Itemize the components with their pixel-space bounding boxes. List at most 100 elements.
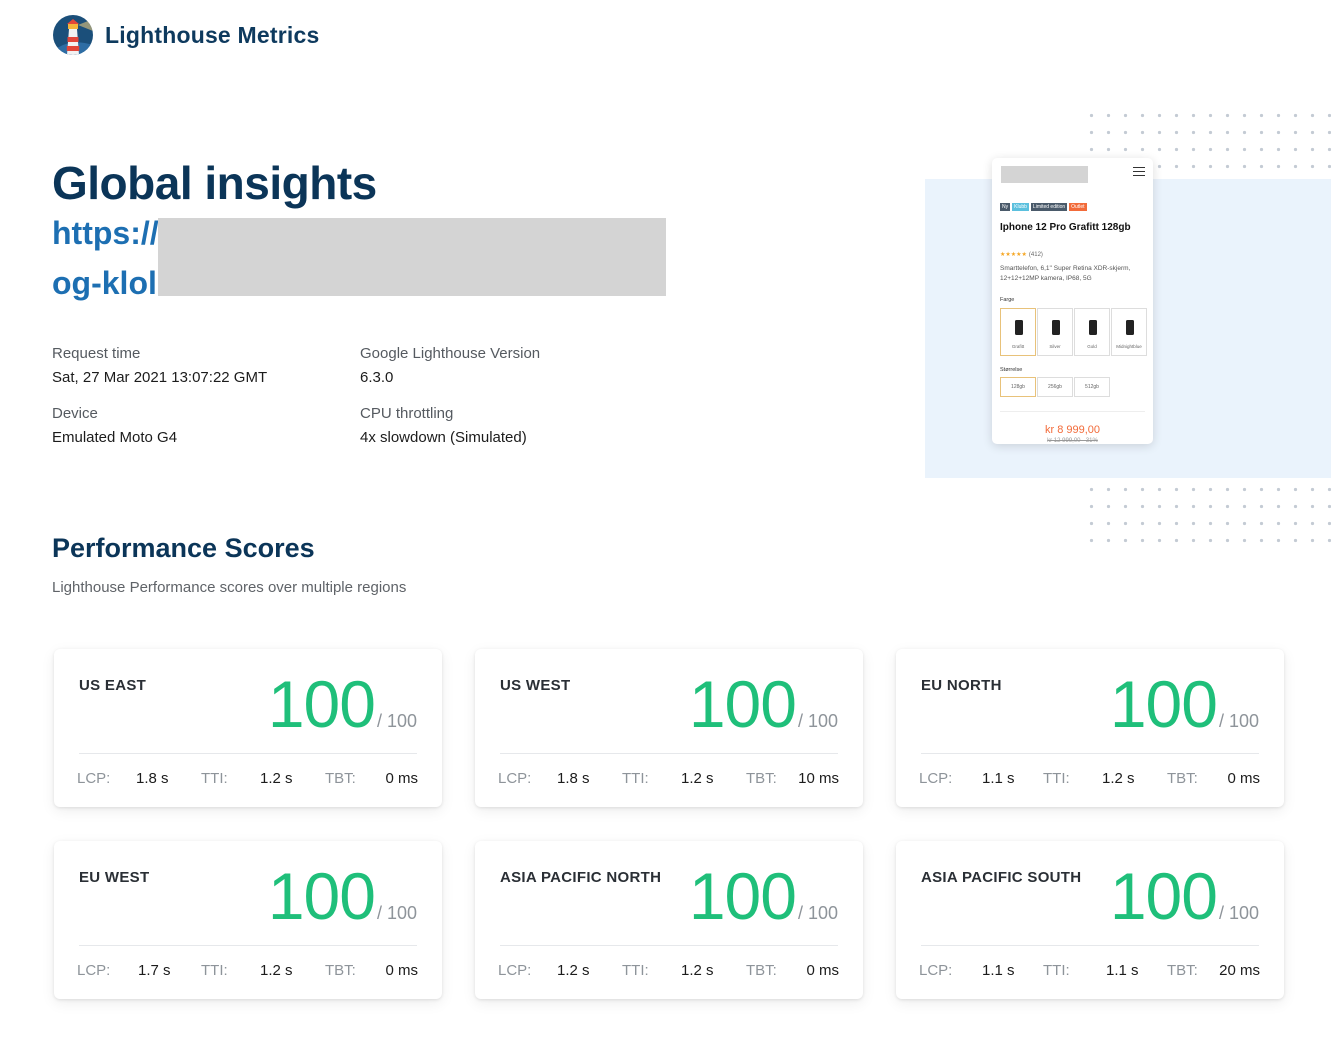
score: 100/ 100 (1110, 863, 1259, 929)
meta-value: 4x slowdown (Simulated) (360, 429, 527, 446)
metric-tti: TTI: (201, 770, 228, 787)
meta-device: Device Emulated Moto G4 (52, 405, 177, 446)
meta-cpu-throttling: CPU throttling 4x slowdown (Simulated) (360, 405, 527, 446)
meta-label: Device (52, 405, 98, 422)
page-title: Global insights (52, 157, 377, 209)
metric-value: 1.8 s (557, 770, 590, 787)
metric-value: 1.1 s (1106, 962, 1139, 979)
metric-tbt: TBT: (1167, 962, 1198, 979)
metric-value: 1.7 s (138, 962, 171, 979)
tested-url-line-2[interactable]: og-klol (52, 265, 157, 302)
meta-version: Google Lighthouse Version 6.3.0 (360, 345, 540, 386)
score-value: 100 (1109, 859, 1218, 933)
preview-size-option: 512gb (1074, 377, 1110, 397)
preview-tag: Klubb (1012, 203, 1029, 211)
metric-lcp: LCP: (77, 770, 110, 787)
metric-value: 1.2 s (557, 962, 590, 979)
metric-tti: TTI: (1043, 770, 1070, 787)
metric-label: TTI: (622, 962, 649, 979)
preview-tag: Outlet (1069, 203, 1087, 211)
page-screenshot-preview: Ny Klubb Limited edition Outlet Iphone 1… (992, 158, 1153, 444)
score: 100/ 100 (689, 863, 838, 929)
meta-label: CPU throttling (360, 405, 454, 422)
metric-label: TBT: (746, 962, 777, 979)
metric-value: 0 ms (806, 962, 839, 979)
preview-size-option: 256gb (1037, 377, 1073, 397)
preview-logo-redaction (1001, 166, 1088, 183)
metric-tbt: TBT: (325, 770, 356, 787)
metric-value: 1.2 s (1102, 770, 1135, 787)
metric-label: TBT: (1167, 962, 1198, 979)
metric-tti: TTI: (622, 962, 649, 979)
meta-value: Emulated Moto G4 (52, 429, 178, 446)
metric-lcp-value: 1.8 s (557, 770, 590, 787)
metric-lcp-value: 1.2 s (557, 962, 590, 979)
score: 100/ 100 (689, 671, 838, 737)
score-value: 100 (267, 667, 376, 741)
score: 100/ 100 (268, 671, 417, 737)
phone-icon (1089, 320, 1097, 335)
score-value: 100 (1109, 667, 1218, 741)
metric-value: 0 ms (385, 770, 418, 787)
metric-lcp-value: 1.7 s (138, 962, 171, 979)
region-name: ASIA PACIFIC NORTH (500, 869, 662, 886)
metric-label: TTI: (201, 962, 228, 979)
section-title: Performance Scores (52, 533, 315, 563)
preview-size-options: 128gb 256gb 512gb (1000, 377, 1110, 397)
tested-url-line-1[interactable]: https:// (52, 215, 159, 252)
preview-review-count: (412) (1028, 252, 1043, 258)
brand-name[interactable]: Lighthouse Metrics (105, 22, 319, 49)
metric-tti-value: 1.2 s (260, 770, 293, 787)
metric-tbt: TBT: (746, 962, 777, 979)
metric-value: 0 ms (385, 962, 418, 979)
preview-old-price: kr 12 999,00 · 31% (1047, 438, 1098, 444)
region-card-us-east[interactable]: US EAST 100/ 100 LCP: 1.8 s TTI: 1.2 s T… (54, 649, 442, 807)
metric-label: TTI: (1043, 962, 1070, 979)
card-divider (921, 945, 1259, 946)
region-card-eu-west[interactable]: EU WEST 100/ 100 LCP: 1.7 s TTI: 1.2 s T… (54, 841, 442, 999)
metric-label: LCP: (919, 962, 953, 979)
app-header: Lighthouse Metrics (53, 15, 319, 55)
meta-value: Sat, 27 Mar 2021 13:07:22 GMT (52, 369, 268, 386)
preview-description: Smarttelefon, 6,1'' Super Retina XDR-skj… (1000, 265, 1131, 282)
metric-tti-value: 1.2 s (1102, 770, 1135, 787)
metric-lcp: LCP: (919, 770, 952, 787)
metric-tbt-value: 0 ms (385, 770, 418, 787)
lighthouse-icon (53, 15, 93, 55)
metric-label: TBT: (325, 770, 356, 787)
metric-value: 0 ms (1227, 770, 1260, 787)
metric-lcp: LCP: (77, 962, 110, 979)
region-card-asia-pacific-south[interactable]: ASIA PACIFIC SOUTH 100/ 100 LCP: 1.1 s T… (896, 841, 1284, 999)
region-card-us-west[interactable]: US WEST 100/ 100 LCP: 1.8 s TTI: 1.2 s T… (475, 649, 863, 807)
metric-tti: TTI: (1043, 962, 1070, 979)
score-value: 100 (688, 667, 797, 741)
region-card-asia-pacific-north[interactable]: ASIA PACIFIC NORTH 100/ 100 LCP: 1.2 s T… (475, 841, 863, 999)
preview-color-name: Midnightblue (1116, 344, 1142, 349)
score-value: 100 (688, 859, 797, 933)
metric-tti: TTI: (622, 770, 649, 787)
hamburger-menu-icon (1133, 167, 1145, 179)
score-max: / 100 (376, 903, 417, 923)
metric-value: 1.2 s (681, 962, 714, 979)
metric-tbt-value: 0 ms (385, 962, 418, 979)
metric-label: LCP: (498, 962, 532, 979)
metric-value: 1.2 s (681, 770, 714, 787)
region-card-eu-north[interactable]: EU NORTH 100/ 100 LCP: 1.1 s TTI: 1.2 s … (896, 649, 1284, 807)
score-max: / 100 (376, 711, 417, 731)
preview-tag: Ny (1000, 203, 1011, 211)
meta-label: Request time (52, 345, 141, 362)
metric-tti-value: 1.2 s (681, 770, 714, 787)
metric-value: 1.2 s (260, 962, 293, 979)
card-divider (79, 753, 417, 754)
phone-icon (1126, 320, 1134, 335)
metric-label: TBT: (746, 770, 777, 787)
score-max: / 100 (797, 711, 838, 731)
metric-label: TTI: (622, 770, 649, 787)
preview-color-label: Farge (1000, 297, 1015, 303)
metric-label: LCP: (498, 770, 532, 787)
metric-label: LCP: (77, 770, 111, 787)
metric-label: LCP: (919, 770, 953, 787)
metric-label: LCP: (77, 962, 111, 979)
metric-label: TTI: (201, 770, 228, 787)
metric-lcp-value: 1.8 s (136, 770, 169, 787)
